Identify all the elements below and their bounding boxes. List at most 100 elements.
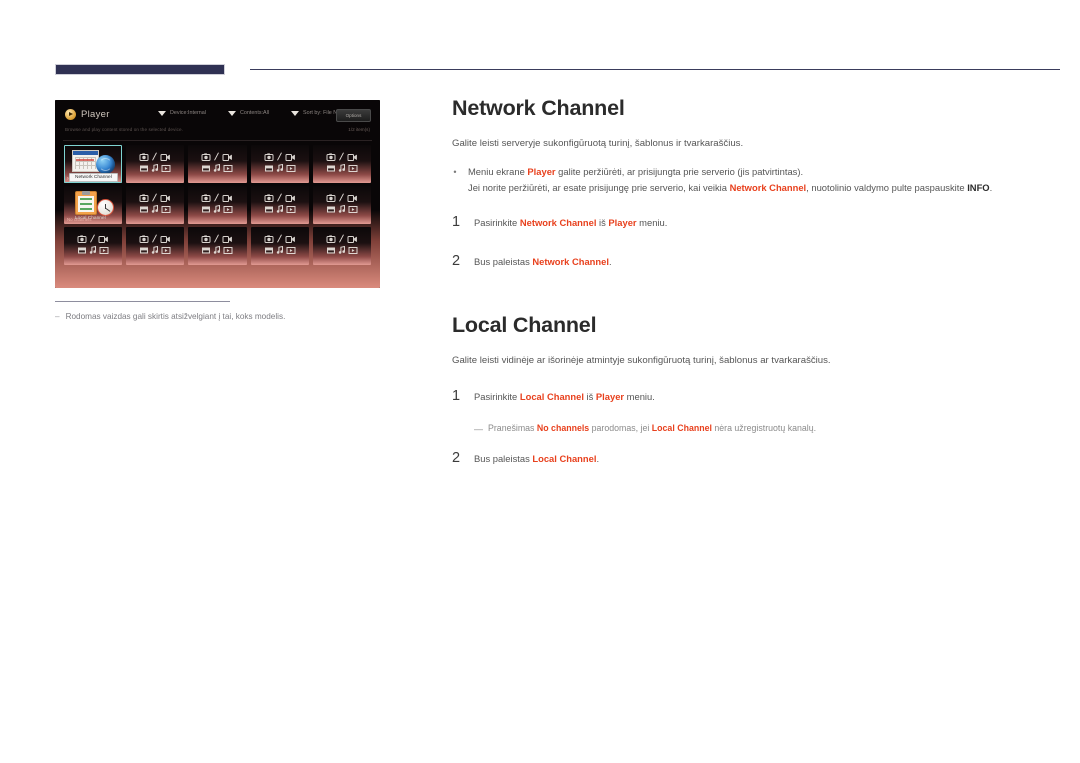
note-text-3: nėra užregistruotų kanalų. [711,422,817,433]
slash-icon [214,152,220,161]
tile-media[interactable] [250,227,309,265]
camera-icon [264,152,274,161]
step-text-3: meniu. [624,390,655,402]
note-body: Pranešimas No channels parodomas, jei Lo… [488,422,816,436]
local-channel-note: — Pranešimas No channels parodomas, jei … [474,422,1032,436]
camcorder-icon [222,194,233,202]
tile-media[interactable] [188,227,247,265]
camera-icon [264,193,274,202]
filter-contents[interactable]: Contents:All [227,110,270,116]
slash-icon [152,193,158,202]
step-number: 1 [452,213,461,230]
image-icon [140,206,149,212]
step-text-2: iš [583,390,596,402]
note-dash-icon: — [474,423,483,434]
media-type-icons [139,193,171,213]
clock-icon [97,199,115,216]
tile-media[interactable] [312,145,371,183]
image-icon [78,247,87,253]
tile-tooltip-network-channel: Network Channel [69,173,118,182]
slash-icon [338,193,344,202]
tile-media[interactable] [126,227,185,265]
header-navy-bar [55,64,225,75]
tile-media[interactable] [250,186,309,224]
camera-icon [326,152,336,161]
note-hl-no-channels: No channels [536,422,590,433]
options-button[interactable]: Options [336,109,371,122]
tile-media[interactable] [64,227,123,265]
bullet-text-1: Meniu ekrane [468,166,528,178]
tile-label-local-channel: Local Channel [75,216,106,221]
clipboard-icon [75,191,98,215]
camcorder-icon [347,194,357,202]
media-type-icons [201,152,233,172]
music-note-icon [152,205,159,213]
video-player-icon [161,164,171,172]
video-player-icon [223,246,233,254]
image-icon [202,206,211,212]
video-player-icon [161,246,171,254]
local-channel-lead: Galite leisti vidinėje ar išorinėje atmi… [452,355,831,367]
step-text-1: Bus paleistas [474,256,533,268]
step-text-1: Bus paleistas [474,453,533,465]
bullet-hl-player: Player [527,166,556,178]
tile-media[interactable] [188,186,247,224]
note-text-1: Pranešimas [488,422,537,433]
tile-media[interactable] [126,186,185,224]
step-text-3: meniu. [636,216,668,228]
content-column: Network Channel Galite leisti serveryje … [452,96,1032,471]
video-player-icon [286,246,296,254]
camcorder-icon [98,235,108,243]
bullet-hl-network-channel: Network Channel [729,181,807,193]
step-hl-1: Local Channel [532,453,597,465]
tile-media[interactable] [312,186,371,224]
slash-icon [338,234,344,243]
video-player-icon [161,205,171,213]
slash-icon [276,193,282,202]
tile-media[interactable] [312,227,371,265]
media-type-icons [264,193,296,213]
music-note-icon [338,246,345,254]
media-type-icons [201,234,233,254]
filter-device-label: Device:Internal [170,110,206,116]
step-hl-2: Player [595,390,625,402]
network-channel-step-2: 2 Bus paleistas Network Channel. [452,250,1032,273]
slash-icon [152,234,158,243]
bullet-text-2: galite peržiūrėti, ar prisijungta prie s… [555,166,804,178]
tile-media[interactable] [188,145,247,183]
camcorder-icon [160,194,171,202]
step-number: 2 [452,253,461,270]
step-text-1: Pasirinkite [474,390,520,402]
network-channel-step-1: 1 Pasirinkite Network Channel iš Player … [452,211,1032,234]
filter-contents-label: Contents:All [239,110,270,116]
camera-icon [139,193,149,202]
header-rule [55,63,1060,77]
step-hl-2: Player [608,216,637,228]
tile-media[interactable] [126,145,185,183]
media-type-icons [264,234,296,254]
image-icon [264,206,273,212]
tile-media[interactable] [250,145,309,183]
filter-device[interactable]: Device:Internal [158,110,206,116]
player-divider [63,140,372,141]
camcorder-icon [285,194,295,202]
player-subtitle: Browse and play content stored on the se… [65,127,184,132]
slash-icon [214,234,220,243]
step-text-2: iš [596,216,609,228]
step-hl-1: Network Channel [519,216,597,228]
player-filter-bar: Device:Internal Contents:All Sort by: Fi… [158,110,348,116]
camera-icon [77,234,87,243]
image-icon [202,165,211,171]
video-player-icon [286,164,296,172]
media-type-icons [77,234,109,254]
step-text-2: . [608,256,612,268]
camcorder-icon [222,235,233,243]
music-note-icon [152,246,159,254]
step-body: Bus paleistas Local Channel. [474,451,599,466]
slash-icon [276,152,282,161]
caption-dash: ‒ [55,312,60,321]
heading-local-channel: Local Channel [452,313,597,338]
local-channel-step-2: 2 Bus paleistas Local Channel. [452,447,1032,470]
image-icon [326,206,335,212]
step-text-2: . [596,453,600,465]
